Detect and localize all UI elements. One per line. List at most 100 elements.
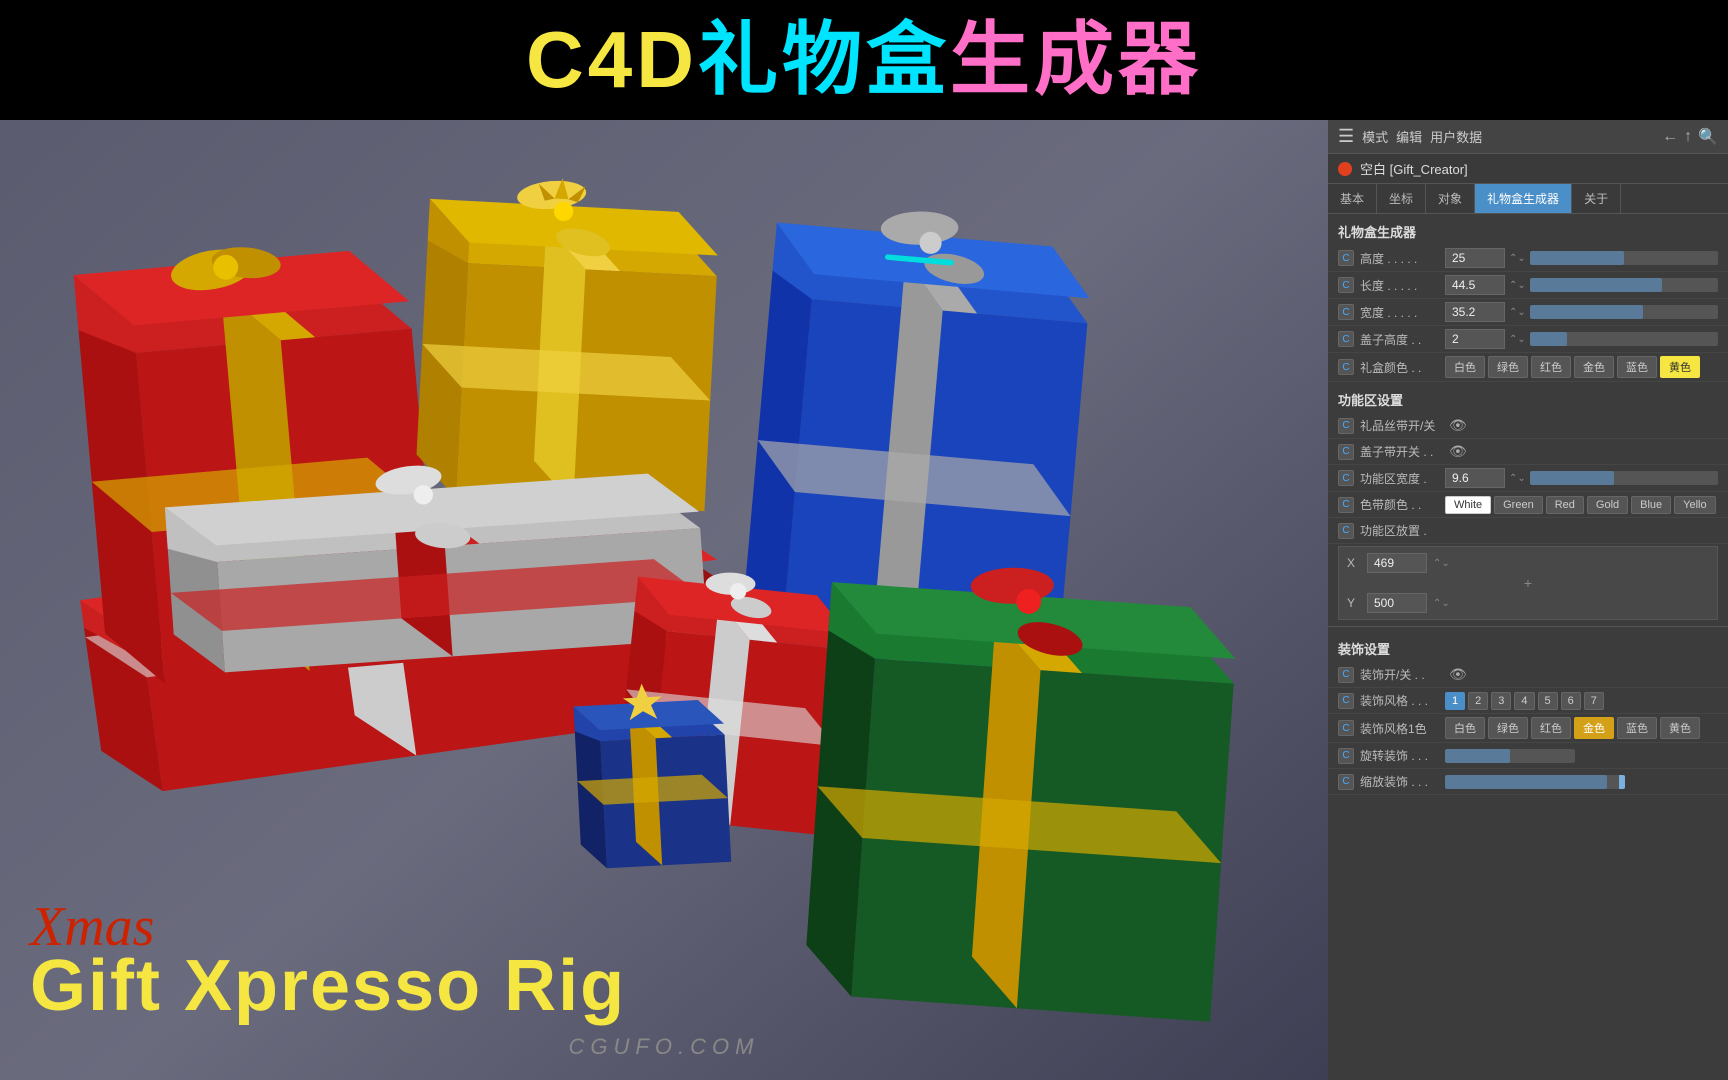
prop-length-input[interactable] — [1445, 275, 1505, 295]
y-arrow[interactable]: ⌃⌄ — [1433, 598, 1450, 609]
prop-height-slider[interactable] — [1530, 251, 1718, 265]
lid-ribbon-eye-icon[interactable]: 👁 — [1449, 443, 1467, 460]
prop-lid-input[interactable] — [1445, 329, 1505, 349]
deco-color-red[interactable]: 红色 — [1531, 717, 1571, 739]
prop-ribbon-toggle[interactable]: C — [1338, 418, 1354, 434]
deco-style-6[interactable]: 6 — [1561, 692, 1581, 710]
prop-deco-toggle[interactable]: C — [1338, 667, 1354, 683]
tab-coord[interactable]: 坐标 — [1377, 184, 1426, 213]
prop-lid-arrow[interactable]: ⌃⌄ — [1509, 334, 1526, 345]
hamburger-icon[interactable]: ☰ — [1338, 126, 1354, 147]
up-icon[interactable]: ↑ — [1684, 128, 1692, 146]
prop-length-slider[interactable] — [1530, 278, 1718, 292]
box-color-red[interactable]: 红色 — [1531, 356, 1571, 378]
ribbon-eye-icon[interactable]: 👁 — [1449, 417, 1467, 434]
box-color-gold[interactable]: 金色 — [1574, 356, 1614, 378]
prop-ribbon-label: 礼品丝带开/关 — [1360, 417, 1445, 434]
tab-basic[interactable]: 基本 — [1328, 184, 1377, 213]
bottom-text-overlay: Xmas Gift Xpresso Rig CGUFO.COM — [30, 899, 1298, 1060]
viewport: Xmas Gift Xpresso Rig CGUFO.COM — [0, 120, 1328, 1080]
prop-func-width-input[interactable] — [1445, 468, 1505, 488]
menu-edit[interactable]: 编辑 — [1396, 127, 1422, 146]
prop-deco-rotate-toggle[interactable]: C — [1338, 748, 1354, 764]
prop-width-input[interactable] — [1445, 302, 1505, 322]
deco-scale-slider[interactable] — [1445, 775, 1625, 789]
ribbon-color-gold[interactable]: Gold — [1587, 496, 1628, 514]
prop-height-toggle[interactable]: C — [1338, 250, 1354, 266]
x-label: X — [1347, 556, 1361, 570]
box-color-yellow[interactable]: 黄色 — [1660, 356, 1700, 378]
menu-userdata[interactable]: 用户数据 — [1430, 127, 1482, 146]
deco-color-yellow[interactable]: 黄色 — [1660, 717, 1700, 739]
deco-style-5[interactable]: 5 — [1538, 692, 1558, 710]
deco-style-4[interactable]: 4 — [1514, 692, 1534, 710]
prop-lid-slider[interactable] — [1530, 332, 1718, 346]
prop-length-arrow[interactable]: ⌃⌄ — [1509, 280, 1526, 291]
prop-lid-toggle[interactable]: C — [1338, 331, 1354, 347]
title-generator: 生成器 — [950, 15, 1202, 104]
ribbon-color-green[interactable]: Green — [1494, 496, 1543, 514]
prop-deco-rotate-row: C 旋转装饰 . . . — [1328, 743, 1728, 769]
back-icon[interactable]: ← — [1662, 128, 1678, 146]
box-color-white[interactable]: 白色 — [1445, 356, 1485, 378]
x-arrow[interactable]: ⌃⌄ — [1433, 558, 1450, 569]
ribbon-color-red[interactable]: Red — [1546, 496, 1584, 514]
section3-header: 装饰设置 — [1328, 631, 1728, 662]
box-color-green[interactable]: 绿色 — [1488, 356, 1528, 378]
prop-ribbon-color-toggle[interactable]: C — [1338, 497, 1354, 513]
deco-color-gold[interactable]: 金色 — [1574, 717, 1614, 739]
prop-box-color-label: 礼盒颜色 . . — [1360, 359, 1445, 376]
tab-bar: 基本 坐标 对象 礼物盒生成器 关于 — [1328, 184, 1728, 214]
prop-width-row: C 宽度 . . . . . ⌃⌄ — [1328, 299, 1728, 326]
ribbon-color-yellow[interactable]: Yello — [1674, 496, 1715, 514]
ribbon-color-white[interactable]: White — [1445, 496, 1491, 514]
deco-color-white[interactable]: 白色 — [1445, 717, 1485, 739]
prop-func-width-value: ⌃⌄ — [1445, 468, 1718, 488]
ribbon-color-blue[interactable]: Blue — [1631, 496, 1671, 514]
prop-func-place-label: 功能区放置 . — [1360, 522, 1445, 539]
prop-deco-style-toggle[interactable]: C — [1338, 693, 1354, 709]
prop-func-width-arrow[interactable]: ⌃⌄ — [1509, 473, 1526, 484]
banner-title: C4D礼物盒生成器 — [526, 20, 1202, 100]
y-input[interactable] — [1367, 593, 1427, 613]
prop-height-arrow[interactable]: ⌃⌄ — [1509, 253, 1526, 264]
prop-height-row: C 高度 . . . . . ⌃⌄ — [1328, 245, 1728, 272]
x-input[interactable] — [1367, 553, 1427, 573]
prop-func-width-row: C 功能区宽度 . ⌃⌄ — [1328, 465, 1728, 492]
deco-style-2[interactable]: 2 — [1468, 692, 1488, 710]
x-row: X ⌃⌄ — [1347, 553, 1709, 573]
deco-color-green[interactable]: 绿色 — [1488, 717, 1528, 739]
prop-func-place-toggle[interactable]: C — [1338, 523, 1354, 539]
prop-height-input[interactable] — [1445, 248, 1505, 268]
prop-deco-color-toggle[interactable]: C — [1338, 720, 1354, 736]
deco-color-blue[interactable]: 蓝色 — [1617, 717, 1657, 739]
deco-style-7[interactable]: 7 — [1584, 692, 1604, 710]
deco-style-3[interactable]: 3 — [1491, 692, 1511, 710]
deco-style-1[interactable]: 1 — [1445, 692, 1465, 710]
deco-eye-icon[interactable]: 👁 — [1449, 666, 1467, 683]
xy-container: X ⌃⌄ + Y ⌃⌄ — [1338, 546, 1718, 620]
tab-giftbox-gen[interactable]: 礼物盒生成器 — [1475, 184, 1572, 213]
prop-ribbon-color-label: 色带颜色 . . — [1360, 496, 1445, 513]
prop-func-width-slider[interactable] — [1530, 471, 1718, 485]
prop-width-toggle[interactable]: C — [1338, 304, 1354, 320]
prop-lid-ribbon-toggle[interactable]: C — [1338, 444, 1354, 460]
prop-width-slider[interactable] — [1530, 305, 1718, 319]
gift-rig-label: Gift Xpresso Rig — [30, 947, 1298, 1026]
box-color-blue[interactable]: 蓝色 — [1617, 356, 1657, 378]
y-label: Y — [1347, 596, 1361, 610]
menu-mode[interactable]: 模式 — [1362, 127, 1388, 146]
prop-func-width-toggle[interactable]: C — [1338, 470, 1354, 486]
tab-object[interactable]: 对象 — [1426, 184, 1475, 213]
section2-header: 功能区设置 — [1328, 382, 1728, 413]
prop-length-toggle[interactable]: C — [1338, 277, 1354, 293]
deco-rotate-slider[interactable] — [1445, 749, 1575, 763]
deco-style-num-row: 1 2 3 4 5 6 7 — [1445, 692, 1604, 710]
prop-deco-scale-toggle[interactable]: C — [1338, 774, 1354, 790]
prop-box-color-toggle[interactable]: C — [1338, 359, 1354, 375]
search-icon[interactable]: 🔍 — [1698, 127, 1718, 147]
prop-deco-style-row: C 装饰风格 . . . 1 2 3 4 5 6 7 — [1328, 688, 1728, 714]
tab-about[interactable]: 关于 — [1572, 184, 1621, 213]
prop-deco-scale-slider — [1445, 775, 1718, 789]
prop-width-arrow[interactable]: ⌃⌄ — [1509, 307, 1526, 318]
